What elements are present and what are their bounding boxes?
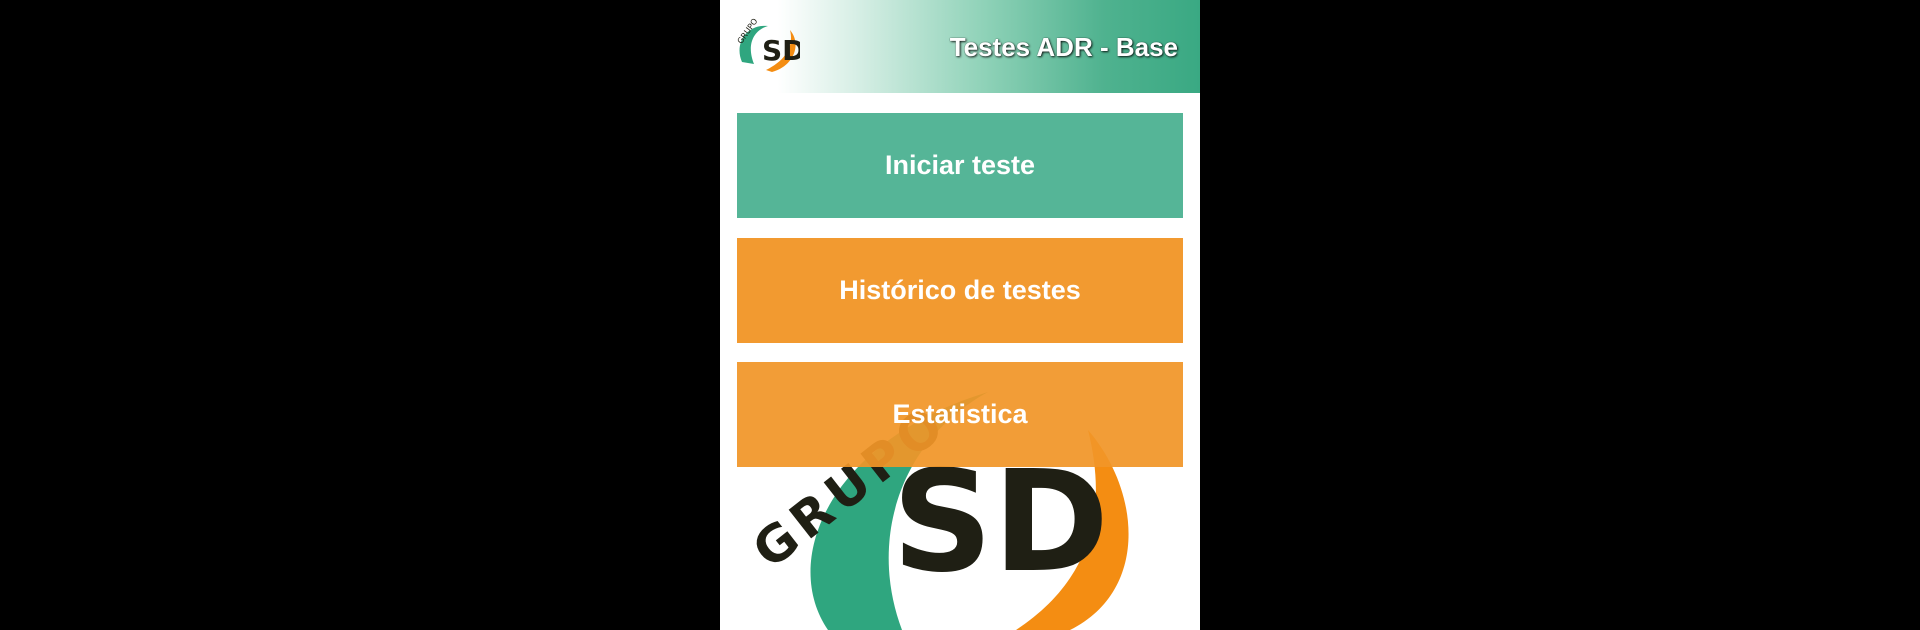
grupo-sd-logo-icon: SD GRUPO (736, 17, 800, 72)
start-test-button[interactable]: Iniciar teste (737, 113, 1183, 218)
app-bar: SD GRUPO Testes ADR - Base (720, 0, 1200, 93)
test-history-button[interactable]: Histórico de testes (737, 238, 1183, 343)
app-title: Testes ADR - Base (949, 32, 1178, 62)
app-screen: SD GRUPO Testes ADR - Base SD GRUPO Inic… (720, 0, 1200, 630)
logo-letters-small: SD (762, 34, 800, 67)
statistics-button[interactable]: Estatistica (737, 362, 1183, 467)
